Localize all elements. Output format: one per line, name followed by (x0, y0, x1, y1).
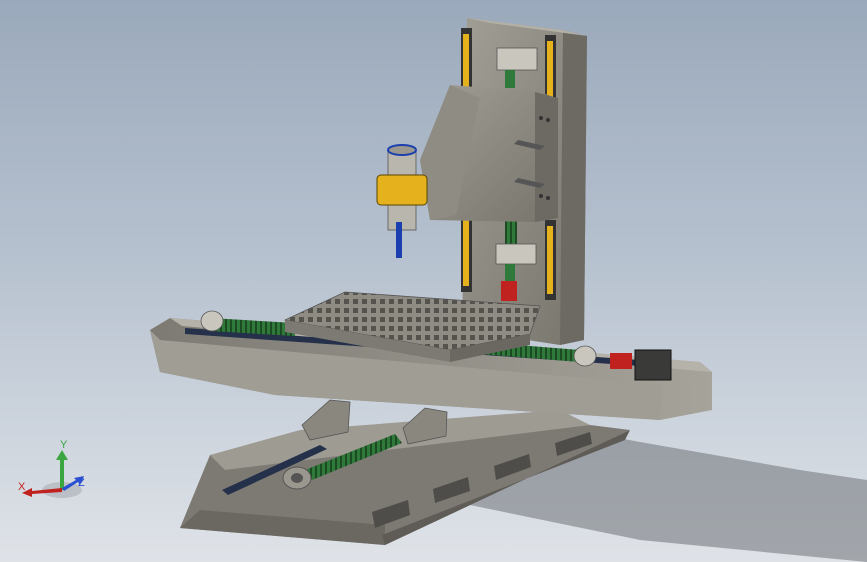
graphics-viewport[interactable]: X Y Z (0, 0, 867, 562)
z-motor-mount-top (496, 47, 538, 71)
triad-y-label: Y (60, 439, 68, 451)
triad-x-label: X (18, 481, 26, 493)
x-screw-bearing-left (200, 310, 224, 332)
cutting-tool (396, 222, 402, 258)
coordinate-triad: X Y Z (18, 439, 85, 498)
z-bearing-block (495, 243, 537, 265)
triad-z-label: Z (78, 477, 85, 489)
x-screw-bearing-right (573, 345, 597, 367)
spindle-clamp (376, 174, 428, 206)
z-coupling (501, 281, 517, 301)
z-axis-ballscrew (505, 218, 517, 246)
x-stepper-motor (634, 349, 672, 381)
x-coupling (610, 353, 632, 369)
machine-model[interactable] (0, 0, 867, 562)
